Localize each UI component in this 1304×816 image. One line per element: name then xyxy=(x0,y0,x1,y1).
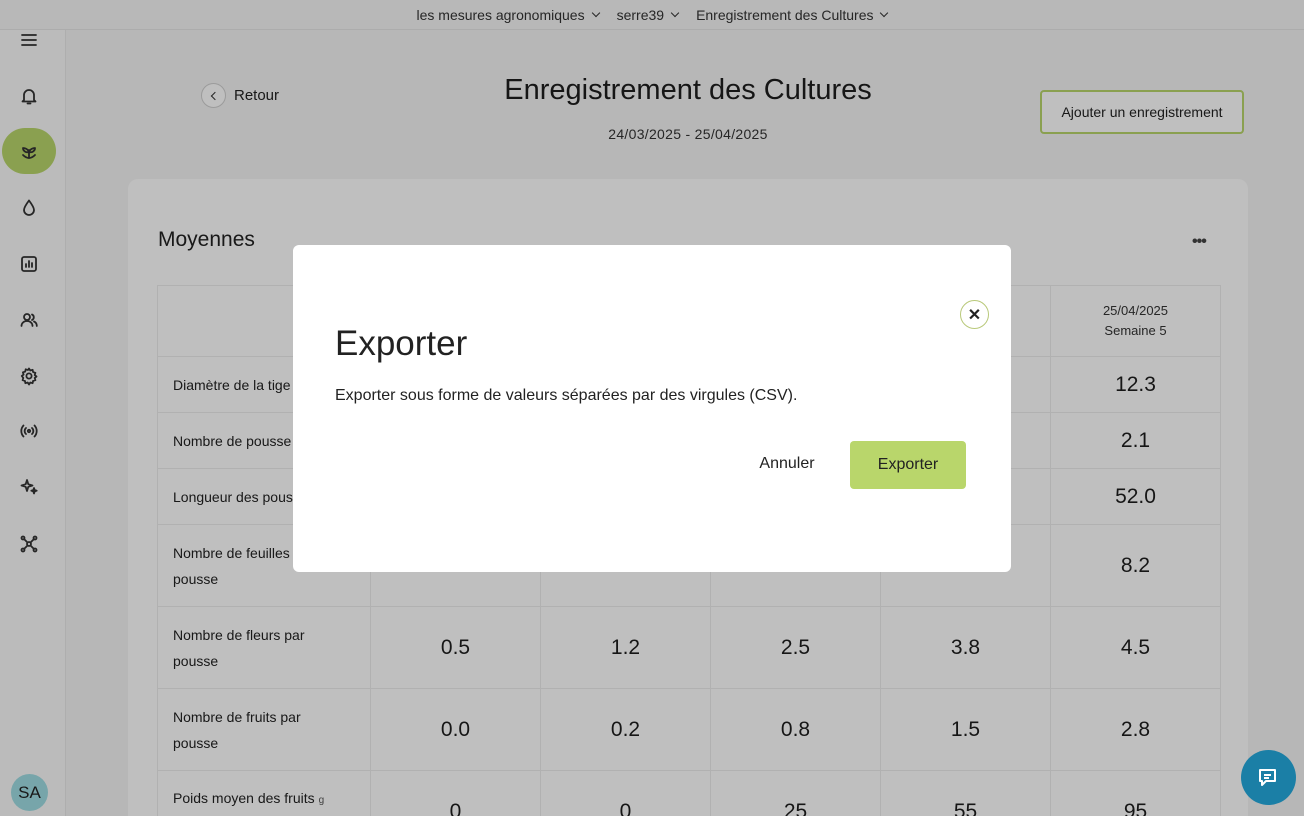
chat-icon xyxy=(1258,768,1276,786)
dialog-description: Exporter sous forme de valeurs séparées … xyxy=(335,387,798,404)
cancel-button[interactable]: Annuler xyxy=(743,441,831,487)
export-button[interactable]: Exporter xyxy=(850,441,966,489)
dialog-title: Exporter xyxy=(335,324,468,363)
export-dialog: ✕ Exporter Exporter sous forme de valeur… xyxy=(293,245,1011,572)
close-icon[interactable]: ✕ xyxy=(960,300,989,329)
chat-button[interactable] xyxy=(1241,750,1296,805)
